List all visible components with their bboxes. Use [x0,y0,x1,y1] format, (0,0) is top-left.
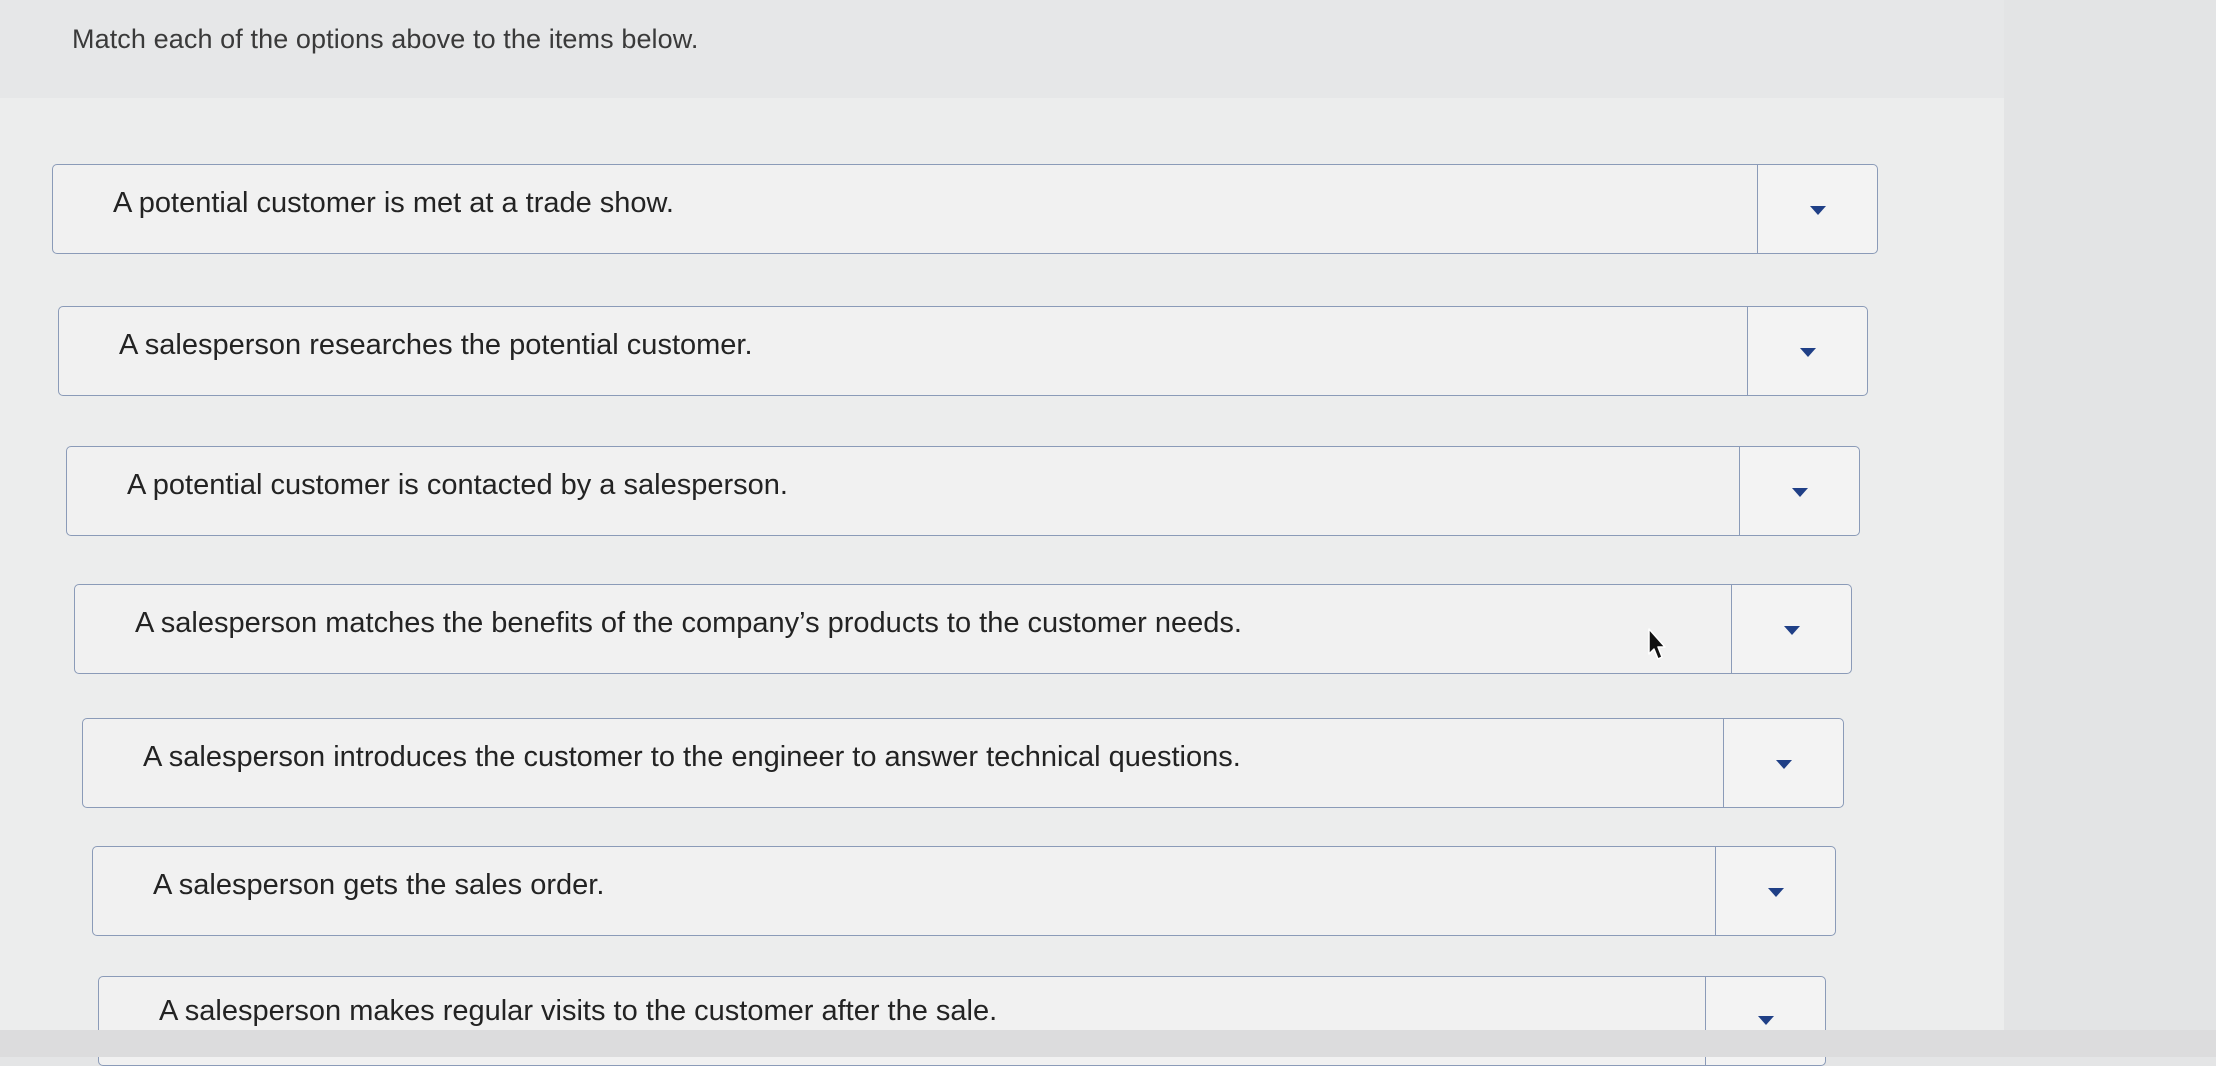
item-text: A salesperson gets the sales order. [153,869,605,901]
right-margin [2004,0,2216,1057]
bottom-strip [0,1030,2216,1057]
mouse-pointer-icon [1648,628,1666,660]
answer-dropdown[interactable] [1747,307,1867,395]
chevron-down-icon [1767,888,1784,897]
match-row: A potential customer is met at a trade s… [52,164,1878,254]
question-panel: Match each of the options above to the i… [0,0,2004,1066]
item-text: A potential customer is contacted by a s… [127,469,788,501]
instruction-text: Match each of the options above to the i… [72,24,699,54]
answer-dropdown[interactable] [1739,447,1859,535]
chevron-down-icon [1791,488,1808,497]
match-row: A salesperson gets the sales order. [92,846,1836,936]
answer-dropdown[interactable] [1757,165,1877,253]
chevron-down-icon [1783,626,1800,635]
chevron-down-icon [1775,760,1792,769]
chevron-down-icon [1799,348,1816,357]
answer-dropdown[interactable] [1731,585,1851,673]
item-text: A salesperson researches the potential c… [119,329,753,361]
item-text: A salesperson matches the benefits of th… [135,607,1242,639]
answer-dropdown[interactable] [1715,847,1835,935]
match-row: A salesperson introduces the customer to… [82,718,1844,808]
item-text: A potential customer is met at a trade s… [113,187,674,219]
answer-dropdown[interactable] [1723,719,1843,807]
match-row: A salesperson researches the potential c… [58,306,1868,396]
chevron-down-icon [1757,1016,1774,1025]
chevron-down-icon [1809,206,1826,215]
item-text: A salesperson makes regular visits to th… [159,995,998,1027]
item-text: A salesperson introduces the customer to… [143,741,1241,773]
instruction-band: Match each of the options above to the i… [0,0,2004,98]
match-row: A salesperson matches the benefits of th… [74,584,1852,674]
match-row: A potential customer is contacted by a s… [66,446,1860,536]
